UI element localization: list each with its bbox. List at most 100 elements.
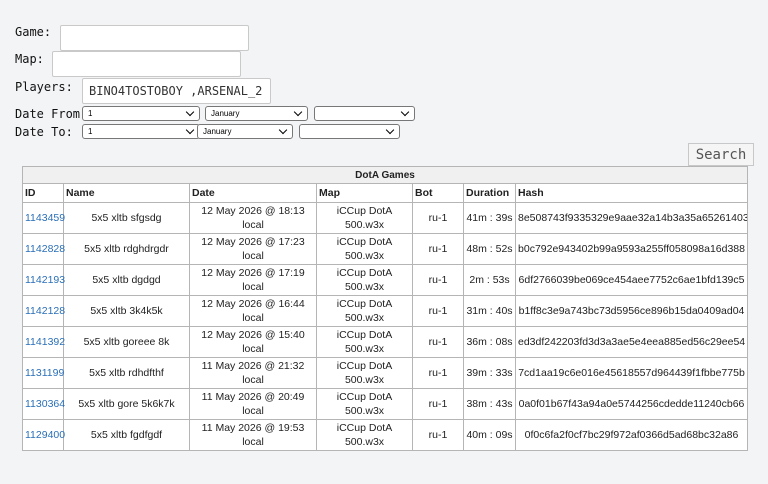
game-id-link[interactable]: 1142193 xyxy=(25,274,65,286)
map-row: Map: xyxy=(15,51,241,77)
chevron-down-icon xyxy=(293,107,303,117)
game-id-link[interactable]: 1143459 xyxy=(25,212,65,224)
game-date-cell: 12 May 2026 @ 16:44 local xyxy=(189,295,317,327)
game-map-cell: iCCup DotA 500.w3x xyxy=(316,202,413,234)
chevron-down-icon xyxy=(278,125,288,135)
game-id-cell: 1130364 xyxy=(22,388,65,420)
game-hash-cell: b1ff8c3e9a743bc73d5956ce896b15da0409ad04 xyxy=(514,295,749,327)
players-label: Players: xyxy=(15,80,73,94)
game-hash-cell: 0f0c6fa2f0cf7bc29f972af0366d5ad68bc32a86 xyxy=(514,419,749,451)
map-label: Map: xyxy=(15,52,44,66)
game-hash-cell: b0c792e943402b99a9593a255ff058098a16d388 xyxy=(514,233,749,265)
date-to-year-select[interactable] xyxy=(299,124,400,139)
game-id-link[interactable]: 1130364 xyxy=(25,398,65,410)
game-name-cell: 5x5 xltb 3k4k5k xyxy=(63,295,190,327)
game-name-cell: 5x5 xltb rdhdfthf xyxy=(63,357,190,389)
date-from-month-select[interactable]: January xyxy=(205,106,308,121)
game-bot-cell: ru-1 xyxy=(412,202,464,234)
col-header-name: Name xyxy=(63,183,190,203)
games-table: DotA Games ID Name Date Map Bot Duration… xyxy=(21,166,749,451)
search-button[interactable]: Search xyxy=(688,143,754,166)
game-map-cell: iCCup DotA 500.w3x xyxy=(316,419,413,451)
col-header-hash: Hash xyxy=(514,183,749,203)
game-date-cell: 11 May 2026 @ 20:49 local xyxy=(189,388,317,420)
game-hash-cell: 7cd1aa19c6e016e45618557d964439f1fbbe775b xyxy=(514,357,749,389)
date-from-label: Date From: xyxy=(15,106,88,121)
game-input[interactable] xyxy=(60,25,249,51)
date-to-day-value: 1 xyxy=(88,127,93,136)
game-date-cell: 12 May 2026 @ 15:40 local xyxy=(189,326,317,358)
game-name-cell: 5x5 xltb dgdgd xyxy=(63,264,190,296)
date-to-month-select[interactable]: January xyxy=(197,124,293,139)
chevron-down-icon xyxy=(385,125,395,135)
game-date-cell: 12 May 2026 @ 18:13 local xyxy=(189,202,317,234)
game-duration-cell: 40m : 09s xyxy=(463,419,516,451)
date-from-year-select[interactable] xyxy=(314,106,415,121)
game-map-cell: iCCup DotA 500.w3x xyxy=(316,326,413,358)
map-input[interactable] xyxy=(52,51,241,77)
game-name-cell: 5x5 xltb goreee 8k xyxy=(63,326,190,358)
game-row: Game: xyxy=(15,25,249,51)
table-row: 1142128 5x5 xltb 3k4k5k 12 May 2026 @ 16:4… xyxy=(22,295,749,327)
game-name-cell: 5x5 xltb fgdfgdf xyxy=(63,419,190,451)
date-to-row: Date To: 1 January xyxy=(15,124,400,139)
game-id-cell: 1143459 xyxy=(22,202,65,234)
game-bot-cell: ru-1 xyxy=(412,326,464,358)
date-to-label: Date To: xyxy=(15,124,73,139)
game-bot-cell: ru-1 xyxy=(412,295,464,327)
players-input[interactable]: BINO4TOSTOBOY ,ARSENAL_2 xyxy=(82,78,271,104)
table-row: 1131199 5x5 xltb rdhdfthf 11 May 2026 @ 21… xyxy=(22,357,749,389)
game-bot-cell: ru-1 xyxy=(412,388,464,420)
game-date-cell: 11 May 2026 @ 19:53 local xyxy=(189,419,317,451)
table-row: 1142193 5x5 xltb dgdgd 12 May 2026 @ 17:19… xyxy=(22,264,749,296)
table-row: 1141392 5x5 xltb goreee 8k 12 May 2026 @ 1… xyxy=(22,326,749,358)
game-label: Game: xyxy=(15,25,52,39)
game-id-link[interactable]: 1131199 xyxy=(25,367,64,379)
game-id-cell: 1141392 xyxy=(22,326,65,358)
game-id-cell: 1129400 xyxy=(22,419,65,451)
game-bot-cell: ru-1 xyxy=(412,419,464,451)
date-from-day-value: 1 xyxy=(88,109,93,118)
table-row: 1142828 5x5 xltb rdghdrgdr 12 May 2026 @ 1… xyxy=(22,233,749,265)
table-header-row: ID Name Date Map Bot Duration Hash xyxy=(22,183,749,203)
game-bot-cell: ru-1 xyxy=(412,264,464,296)
chevron-down-icon xyxy=(400,107,410,117)
game-id-cell: 1142193 xyxy=(22,264,65,296)
game-bot-cell: ru-1 xyxy=(412,357,464,389)
game-hash-cell: 6df2766039be069ce454aee7752c6ae1bfd139c5 xyxy=(514,264,749,296)
date-from-day-select[interactable]: 1 xyxy=(82,106,200,121)
game-id-link[interactable]: 1141392 xyxy=(25,336,65,348)
game-duration-cell: 39m : 33s xyxy=(463,357,516,389)
game-duration-cell: 38m : 43s xyxy=(463,388,516,420)
game-date-cell: 12 May 2026 @ 17:23 local xyxy=(189,233,317,265)
game-id-link[interactable]: 1142128 xyxy=(25,305,65,317)
game-map-cell: iCCup DotA 500.w3x xyxy=(316,264,413,296)
players-row: Players: BINO4TOSTOBOY ,ARSENAL_2 xyxy=(15,78,271,104)
date-from-month-value: January xyxy=(211,109,240,118)
game-hash-cell: ed3df242203fd3d3a3ae5e4eea885ed56c29ee54 xyxy=(514,326,749,358)
game-id-cell: 1142128 xyxy=(22,295,65,327)
game-name-cell: 5x5 xltb rdghdrgdr xyxy=(63,233,190,265)
game-date-cell: 11 May 2026 @ 21:32 local xyxy=(189,357,317,389)
col-header-map: Map xyxy=(316,183,413,203)
date-to-day-select[interactable]: 1 xyxy=(82,124,200,139)
game-map-cell: iCCup DotA 500.w3x xyxy=(316,388,413,420)
table-row: 1130364 5x5 xltb gore 5k6k7k 11 May 2026 @… xyxy=(22,388,749,420)
game-id-link[interactable]: 1142828 xyxy=(25,243,65,255)
chevron-down-icon xyxy=(185,125,195,135)
table-caption: DotA Games xyxy=(21,166,749,184)
table-row: 1129400 5x5 xltb fgdfgdf 11 May 2026 @ 19:… xyxy=(22,419,749,451)
game-duration-cell: 31m : 40s xyxy=(463,295,516,327)
game-duration-cell: 41m : 39s xyxy=(463,202,516,234)
game-duration-cell: 2m : 53s xyxy=(463,264,516,296)
date-from-row: Date From: 1 January xyxy=(15,106,415,121)
game-id-link[interactable]: 1129400 xyxy=(25,429,65,441)
game-id-cell: 1142828 xyxy=(22,233,65,265)
chevron-down-icon xyxy=(185,107,195,117)
col-header-bot: Bot xyxy=(412,183,464,203)
game-hash-cell: 0a0f01b67f43a94a0e5744256cdedde11240cb66 xyxy=(514,388,749,420)
game-bot-cell: ru-1 xyxy=(412,233,464,265)
game-id-cell: 1131199 xyxy=(22,357,64,389)
game-duration-cell: 48m : 52s xyxy=(463,233,516,265)
col-header-id: ID xyxy=(22,183,64,203)
